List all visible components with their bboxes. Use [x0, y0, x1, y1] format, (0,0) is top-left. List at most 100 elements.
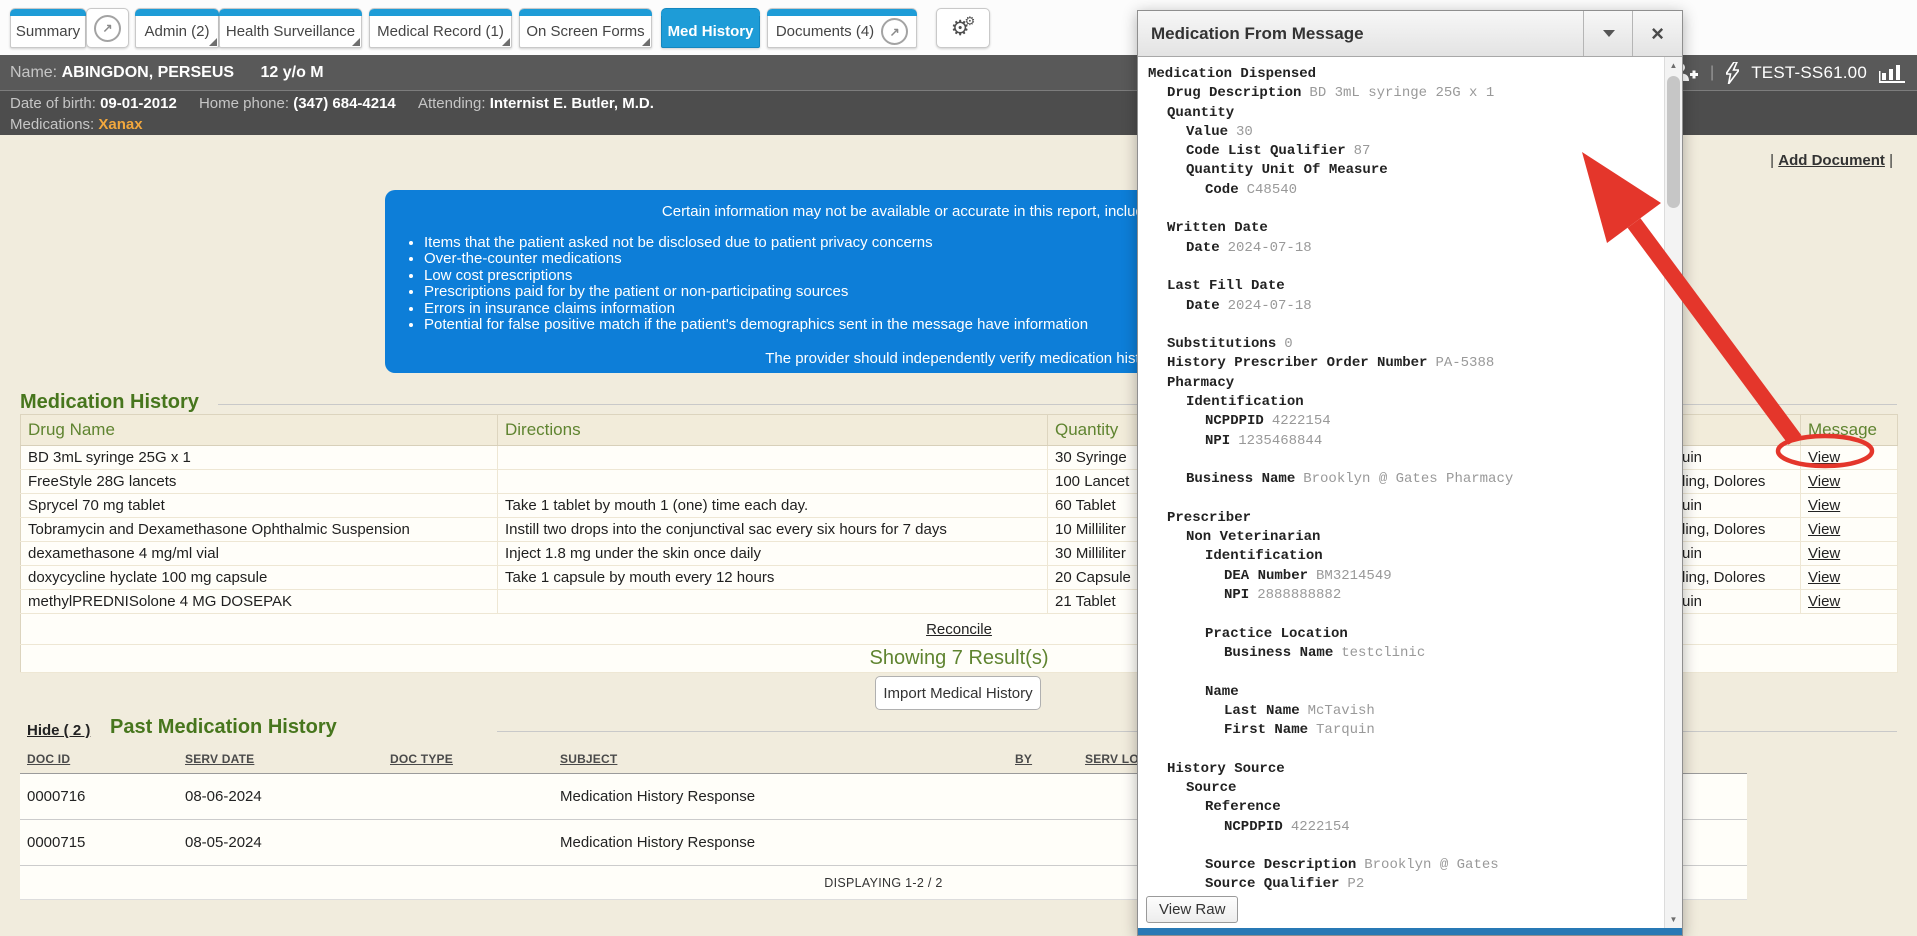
message-line: Last Fill Date [1148, 277, 1656, 296]
directions-cell [498, 446, 1048, 470]
tab-admin[interactable]: Admin (2) [135, 8, 219, 48]
col-doc-id: DOC ID [20, 744, 178, 774]
message-line: NPI1235468844 [1148, 432, 1656, 451]
view-message-link[interactable]: View [1808, 497, 1840, 514]
message-line [1148, 316, 1656, 335]
arrow-circle-icon[interactable]: ↗ [881, 18, 908, 45]
message-line: History Prescriber Order NumberPA-5388 [1148, 354, 1656, 373]
summary-popout-button[interactable]: ↗ [86, 8, 129, 48]
directions-cell: Instill two drops into the conjunctival … [498, 518, 1048, 542]
message-line: First NameTarquin [1148, 721, 1656, 740]
prescriber-cell: ling, Dolores [1678, 566, 1801, 590]
prescriber-cell: ling, Dolores [1678, 470, 1801, 494]
medication-history-title: Medication History [20, 391, 199, 414]
tab-health-surveillance[interactable]: Health Surveillance [219, 8, 362, 48]
message-line: DEA NumberBM3214549 [1148, 567, 1656, 586]
tab-med-history[interactable]: Med History [661, 8, 760, 48]
tab-label: Med History [668, 23, 754, 40]
message-line: Prescriber [1148, 509, 1656, 528]
dialog-header[interactable]: Medication From Message × [1138, 11, 1682, 57]
col-message: Message [1801, 415, 1898, 446]
dialog-close-button[interactable]: × [1632, 11, 1682, 56]
attending-label: Attending: [418, 95, 486, 112]
view-message-link[interactable]: View [1808, 545, 1840, 562]
divider: | [1770, 152, 1774, 169]
reconcile-link[interactable]: Reconcile [926, 621, 992, 638]
chart-icon[interactable] [1879, 63, 1907, 83]
hide-past-history-link[interactable]: Hide ( 2 ) [27, 722, 90, 739]
tab-summary[interactable]: Summary [10, 8, 86, 48]
lightning-icon[interactable] [1726, 62, 1739, 84]
message-line: Pharmacy [1148, 374, 1656, 393]
message-line: NCPDPID4222154 [1148, 412, 1656, 431]
arrow-circle-icon: ↗ [94, 15, 121, 42]
scrollbar-thumb[interactable] [1667, 76, 1680, 208]
tab-documents[interactable]: Documents (4) ↗ [767, 8, 917, 48]
view-message-link[interactable]: View [1808, 449, 1840, 466]
message-line: NPI2888888882 [1148, 586, 1656, 605]
message-line: Practice Location [1148, 625, 1656, 644]
message-line: Medication Dispensed [1148, 65, 1656, 84]
message-line [1148, 740, 1656, 759]
phone-value: (347) 684-4214 [293, 95, 396, 112]
col-doc-type: DOC TYPE [383, 744, 553, 774]
message-line: History Source [1148, 760, 1656, 779]
message-line: Substitutions0 [1148, 335, 1656, 354]
view-message-link[interactable]: View [1808, 473, 1840, 490]
settings-button[interactable]: ⚙⚙ [936, 8, 990, 48]
message-line: Value30 [1148, 123, 1656, 142]
subject-cell: Medication History Response [553, 820, 1008, 866]
message-line: Date2024-07-18 [1148, 297, 1656, 316]
divider: | [1889, 152, 1893, 169]
view-message-link[interactable]: View [1808, 593, 1840, 610]
tab-label: Admin (2) [144, 23, 209, 40]
drug-name-cell: doxycycline hyclate 100 mg capsule [21, 566, 498, 590]
medications-label: Medications: [10, 116, 94, 133]
medications-value[interactable]: Xanax [98, 116, 142, 133]
message-line [1148, 837, 1656, 856]
tab-medical-record[interactable]: Medical Record (1) [369, 8, 512, 48]
view-raw-button[interactable]: View Raw [1146, 896, 1238, 923]
scroll-down-icon[interactable]: ▼ [1665, 911, 1682, 928]
serv-date-cell: 08-05-2024 [178, 820, 383, 866]
dialog-collapse-button[interactable] [1583, 11, 1633, 56]
drug-name-cell: FreeStyle 28G lancets [21, 470, 498, 494]
medication-from-message-dialog: Medication From Message × Medication Dis… [1137, 10, 1683, 936]
message-line: Date2024-07-18 [1148, 239, 1656, 258]
drug-name-cell: Tobramycin and Dexamethasone Ophthalmic … [21, 518, 498, 542]
dialog-scrollbar[interactable]: ▲ ▼ [1664, 57, 1682, 928]
message-line: NCPDPID4222154 [1148, 818, 1656, 837]
view-message-link[interactable]: View [1808, 521, 1840, 538]
add-document-link[interactable]: Add Document [1778, 152, 1885, 169]
message-line: Reference [1148, 798, 1656, 817]
close-icon: × [1651, 21, 1664, 47]
attending-value: Internist E. Butler, M.D. [490, 95, 654, 112]
view-message-link[interactable]: View [1808, 569, 1840, 586]
message-line: Source [1148, 779, 1656, 798]
by-cell [1008, 820, 1078, 866]
directions-cell: Take 1 tablet by mouth 1 (one) time each… [498, 494, 1048, 518]
prescriber-cell: uin [1678, 494, 1801, 518]
message-line [1148, 451, 1656, 470]
message-line: Identification [1148, 393, 1656, 412]
by-cell [1008, 774, 1078, 820]
message-line: Drug DescriptionBD 3mL syringe 25G x 1 [1148, 84, 1656, 103]
drug-name-cell: BD 3mL syringe 25G x 1 [21, 446, 498, 470]
message-line: Quantity Unit Of Measure [1148, 161, 1656, 180]
import-medical-history-button[interactable]: Import Medical History [875, 676, 1041, 710]
dob-value: 09-01-2012 [100, 95, 177, 112]
tab-on-screen-forms[interactable]: On Screen Forms [519, 8, 652, 48]
message-cell: View [1801, 566, 1898, 590]
message-line [1148, 200, 1656, 219]
message-line: Code List Qualifier87 [1148, 142, 1656, 161]
message-cell: View [1801, 494, 1898, 518]
directions-cell [498, 590, 1048, 614]
prescriber-cell: uin [1678, 542, 1801, 566]
scroll-up-icon[interactable]: ▲ [1665, 57, 1682, 74]
message-line: Business Nametestclinic [1148, 644, 1656, 663]
doc-id-cell: 0000716 [20, 774, 178, 820]
directions-cell: Inject 1.8 mg under the skin once daily [498, 542, 1048, 566]
message-line: Written Date [1148, 219, 1656, 238]
phone-label: Home phone: [199, 95, 289, 112]
patient-name: ABINGDON, PERSEUS [62, 64, 234, 81]
